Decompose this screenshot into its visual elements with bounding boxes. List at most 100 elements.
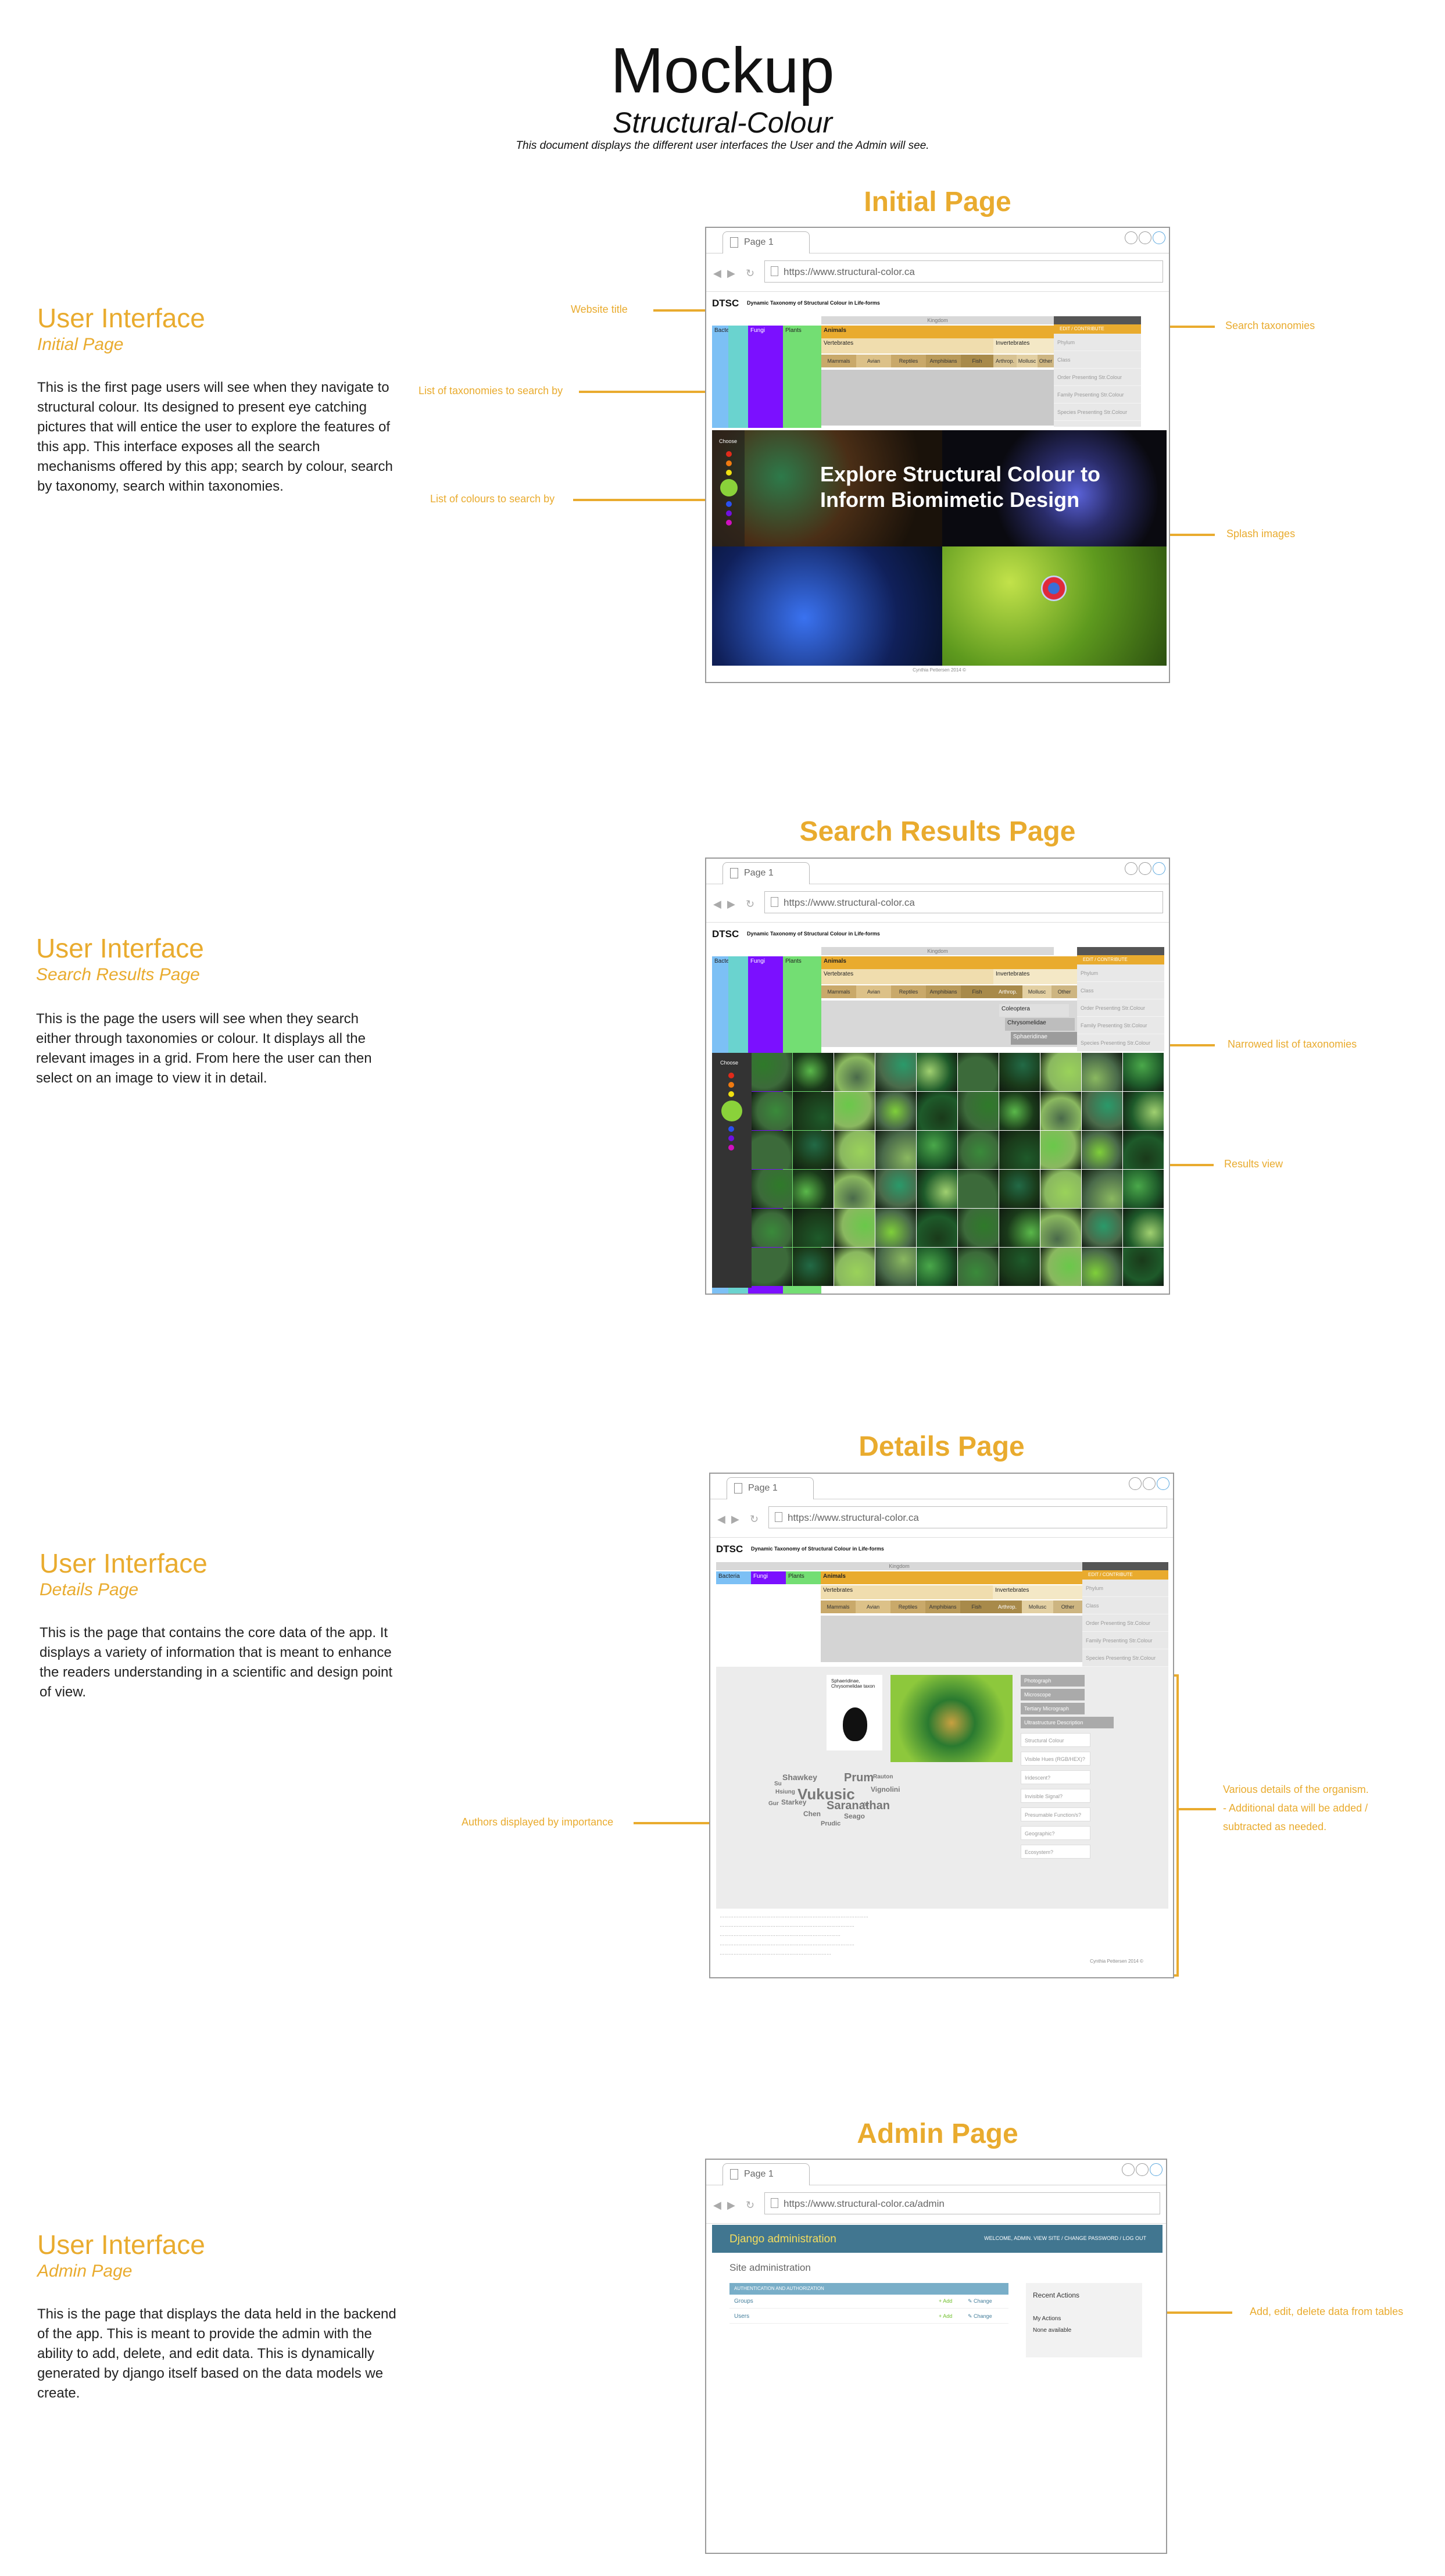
class-other[interactable]: Other <box>1051 985 1077 998</box>
result-thumbnail[interactable] <box>834 1053 875 1091</box>
result-thumbnail[interactable] <box>1082 1209 1122 1247</box>
rank-phylum[interactable]: Phylum <box>1077 964 1164 982</box>
detail-item[interactable]: Iridescent? <box>1021 1770 1090 1784</box>
result-thumbnail[interactable] <box>834 1209 875 1247</box>
result-thumbnail[interactable] <box>1082 1131 1122 1169</box>
taxon-coleoptera[interactable]: Coleoptera <box>999 1004 1069 1017</box>
result-thumbnail[interactable] <box>1040 1092 1081 1130</box>
result-thumbnail[interactable] <box>1123 1053 1164 1091</box>
splash-image-spider[interactable] <box>942 546 1167 666</box>
taxon-sphaeridinae[interactable]: Sphaeridinae <box>1011 1032 1077 1045</box>
author-name[interactable]: Vignolini <box>871 1785 900 1793</box>
result-thumbnail[interactable] <box>1123 1092 1164 1130</box>
maximize-icon[interactable] <box>1139 231 1151 244</box>
taxon-chrysomelidae[interactable]: Chrysomelidae <box>1005 1018 1075 1031</box>
result-thumbnail[interactable] <box>793 1092 834 1130</box>
kingdom-animals[interactable]: Animals <box>821 326 1054 338</box>
kingdom-plants[interactable]: Plants <box>783 326 821 428</box>
class-other[interactable]: Other <box>1053 1600 1082 1613</box>
result-thumbnail[interactable] <box>752 1209 792 1247</box>
detail-item[interactable]: Structural Colour Mechanism? <box>1021 1733 1090 1757</box>
result-thumbnail[interactable] <box>958 1092 999 1130</box>
result-thumbnail[interactable] <box>752 1131 792 1169</box>
close-icon[interactable] <box>1153 231 1165 244</box>
result-thumbnail[interactable] <box>752 1092 792 1130</box>
edit-contribute-button[interactable]: EDIT / CONTRIBUTE <box>1082 1570 1168 1580</box>
author-name[interactable]: Yu <box>861 1802 868 1808</box>
class-fish[interactable]: Fish <box>961 355 993 367</box>
result-thumbnail[interactable] <box>917 1053 957 1091</box>
rank-class[interactable]: Class <box>1077 982 1164 999</box>
refresh-icon[interactable]: ↻ <box>746 2199 754 2211</box>
kingdom-plants[interactable]: Plants <box>786 1571 821 1584</box>
class-other[interactable]: Other <box>1038 355 1054 367</box>
kingdom-bacteria[interactable]: Bacteria <box>712 326 736 428</box>
browser-tab[interactable]: Page 1 <box>722 231 810 253</box>
rank-phylum[interactable]: Phylum <box>1054 334 1141 351</box>
rank-species[interactable]: Species Presenting Str.Colour <box>1077 1034 1164 1052</box>
result-thumbnail[interactable] <box>834 1092 875 1130</box>
detail-item[interactable]: Microscope <box>1021 1689 1085 1700</box>
class-fish[interactable]: Fish <box>961 985 993 998</box>
refresh-icon[interactable]: ↻ <box>746 267 754 280</box>
class-mollusc[interactable]: Mollusc <box>1022 985 1051 998</box>
rank-class[interactable]: Class <box>1054 351 1141 369</box>
minimize-icon[interactable] <box>1125 862 1138 875</box>
url-field[interactable]: https://www.structural-color.ca/admin <box>764 2192 1160 2214</box>
maximize-icon[interactable] <box>1136 2163 1149 2176</box>
forward-icon[interactable]: ▶ <box>727 267 735 280</box>
close-icon[interactable] <box>1157 1477 1169 1490</box>
result-thumbnail[interactable] <box>1123 1248 1164 1286</box>
back-icon[interactable]: ◀ <box>713 267 721 280</box>
splash-image-scales[interactable] <box>712 546 942 666</box>
result-thumbnail[interactable] <box>1082 1092 1122 1130</box>
result-thumbnail[interactable] <box>1123 1170 1164 1208</box>
author-name[interactable]: Prudic <box>821 1820 840 1827</box>
author-name[interactable]: Seago <box>844 1812 865 1820</box>
site-logo[interactable]: DTSC <box>716 1544 743 1555</box>
colour-swatch-green[interactable] <box>721 1101 742 1121</box>
refresh-icon[interactable]: ↻ <box>750 1513 759 1525</box>
author-name[interactable]: Shawkey <box>782 1773 817 1782</box>
minimize-icon[interactable] <box>1122 2163 1135 2176</box>
class-mollusc[interactable]: Mollusc <box>1017 355 1038 367</box>
class-arthropod[interactable]: Arthrop. <box>993 1600 1022 1613</box>
result-thumbnail[interactable] <box>752 1248 792 1286</box>
vertebrates-row[interactable]: Vertebrates <box>821 969 993 984</box>
result-thumbnail[interactable] <box>875 1092 916 1130</box>
url-field[interactable]: https://www.structural-color.ca <box>768 1506 1167 1528</box>
result-thumbnail[interactable] <box>917 1092 957 1130</box>
rank-order[interactable]: Order Presenting Str.Colour <box>1082 1614 1168 1632</box>
result-thumbnail[interactable] <box>1082 1170 1122 1208</box>
rank-species[interactable]: Species Presenting Str.Colour <box>1082 1649 1168 1667</box>
class-arthropod[interactable]: Arthrop. <box>993 985 1022 998</box>
browser-tab[interactable]: Page 1 <box>722 862 810 884</box>
result-thumbnail[interactable] <box>793 1131 834 1169</box>
admin-add-link[interactable]: + Add <box>939 2313 952 2319</box>
result-thumbnail[interactable] <box>917 1170 957 1208</box>
class-reptiles[interactable]: Reptiles <box>890 1600 925 1613</box>
result-thumbnail[interactable] <box>917 1131 957 1169</box>
result-thumbnail[interactable] <box>958 1209 999 1247</box>
result-thumbnail[interactable] <box>793 1209 834 1247</box>
url-field[interactable]: https://www.structural-color.ca <box>764 260 1163 283</box>
result-thumbnail[interactable] <box>1040 1053 1081 1091</box>
detail-item[interactable]: Geographic? <box>1021 1826 1090 1840</box>
result-thumbnail[interactable] <box>999 1092 1040 1130</box>
colour-swatch-yellow[interactable] <box>726 470 732 476</box>
result-thumbnail[interactable] <box>917 1209 957 1247</box>
author-name[interactable]: Starkey <box>781 1798 806 1806</box>
colour-swatch-blue[interactable] <box>728 1126 734 1132</box>
kingdom-animals[interactable]: Animals <box>821 1571 1082 1584</box>
back-icon[interactable]: ◀ <box>717 1513 725 1525</box>
invertebrates-row[interactable]: Invertebrates <box>993 338 1054 353</box>
class-reptiles[interactable]: Reptiles <box>891 355 926 367</box>
class-mammals[interactable]: Mammals <box>821 1600 856 1613</box>
result-thumbnail[interactable] <box>1123 1209 1164 1247</box>
class-avian[interactable]: Avian <box>856 355 891 367</box>
minimize-icon[interactable] <box>1129 1477 1142 1490</box>
class-mammals[interactable]: Mammals <box>821 985 856 998</box>
result-thumbnail[interactable] <box>1040 1209 1081 1247</box>
author-name[interactable]: Su <box>774 1781 782 1787</box>
result-thumbnail[interactable] <box>958 1170 999 1208</box>
